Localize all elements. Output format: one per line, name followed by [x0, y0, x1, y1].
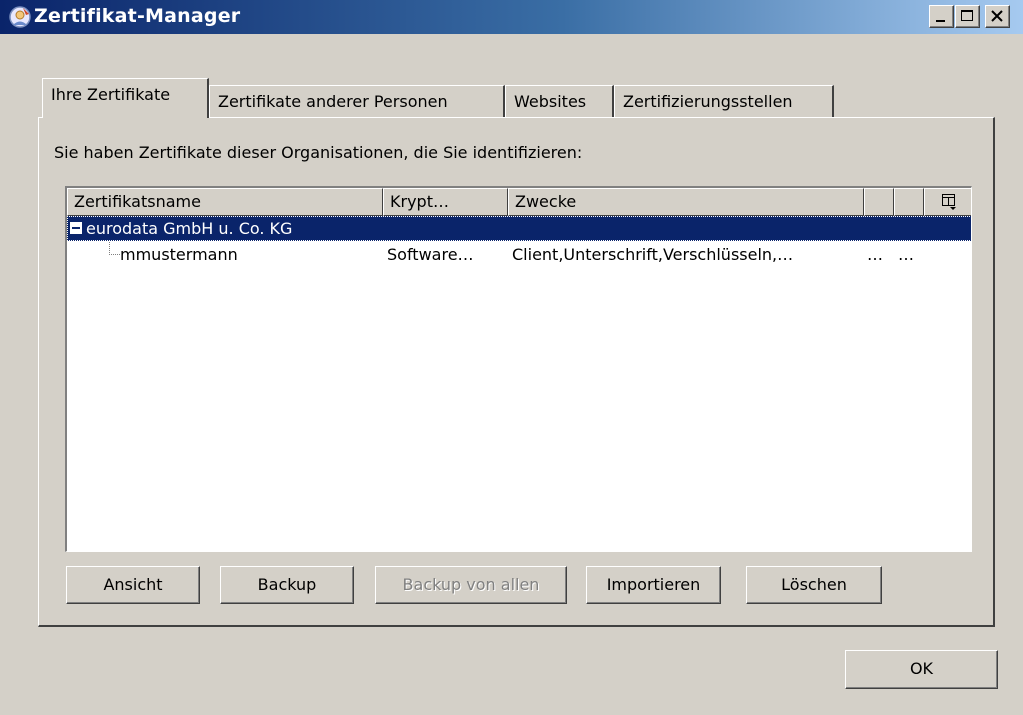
tab-websites[interactable]: Websites: [505, 85, 614, 119]
column-header-name[interactable]: Zertifikatsname: [67, 188, 383, 216]
panel-description: Sie haben Zertifikate dieser Organisatio…: [54, 143, 583, 162]
maximize-button[interactable]: [955, 5, 980, 28]
column-header-extra-1[interactable]: [864, 188, 894, 216]
column-picker-button[interactable]: [924, 188, 971, 216]
minimize-button[interactable]: [929, 5, 954, 28]
collapse-icon[interactable]: [70, 222, 82, 234]
certificate-tree[interactable]: Zertifikatsname Krypt… Zwecke eurodata G…: [65, 186, 972, 552]
tab-your-certificates[interactable]: Ihre Zertifikate: [42, 78, 209, 118]
column-header-extra-2[interactable]: [894, 188, 924, 216]
close-icon: [991, 10, 1003, 22]
column-header-purposes[interactable]: Zwecke: [508, 188, 864, 216]
minimize-icon: [936, 20, 945, 22]
maximize-icon: [961, 10, 973, 21]
backup-all-button[interactable]: Backup von allen: [375, 566, 567, 604]
organization-name: eurodata GmbH u. Co. KG: [86, 219, 293, 238]
certificate-name: mmustermann: [120, 245, 238, 264]
certificate-extra-1: …: [867, 245, 883, 264]
column-header-crypt[interactable]: Krypt…: [383, 188, 508, 216]
tree-row-certificate[interactable]: mmustermann Software… Client,Unterschrif…: [67, 242, 971, 267]
tab-certificate-authorities[interactable]: Zertifizierungsstellen: [614, 85, 834, 119]
tab-panel: Sie haben Zertifikate dieser Organisatio…: [38, 117, 995, 627]
ok-button[interactable]: OK: [845, 650, 998, 689]
title-bar[interactable]: Zertifikat-Manager: [0, 0, 1023, 34]
column-picker-icon: [942, 194, 956, 210]
backup-button[interactable]: Backup: [220, 566, 354, 604]
window-title: Zertifikat-Manager: [34, 5, 241, 27]
certificate-manager-icon: [8, 5, 32, 29]
delete-button[interactable]: Löschen: [746, 566, 882, 604]
close-button[interactable]: [985, 5, 1010, 28]
tree-connector: [109, 242, 120, 255]
certificate-extra-2: …: [898, 245, 914, 264]
certificate-crypt: Software…: [387, 245, 474, 264]
import-button[interactable]: Importieren: [586, 566, 721, 604]
view-button[interactable]: Ansicht: [66, 566, 200, 604]
tree-row-organization[interactable]: eurodata GmbH u. Co. KG: [67, 216, 971, 241]
tab-other-people-certificates[interactable]: Zertifikate anderer Personen: [209, 85, 505, 119]
certificate-purposes: Client,Unterschrift,Verschlüsseln,…: [512, 245, 794, 264]
certificate-manager-window: Zertifikat-Manager Ihre Zertifikate Zert…: [0, 0, 1023, 715]
